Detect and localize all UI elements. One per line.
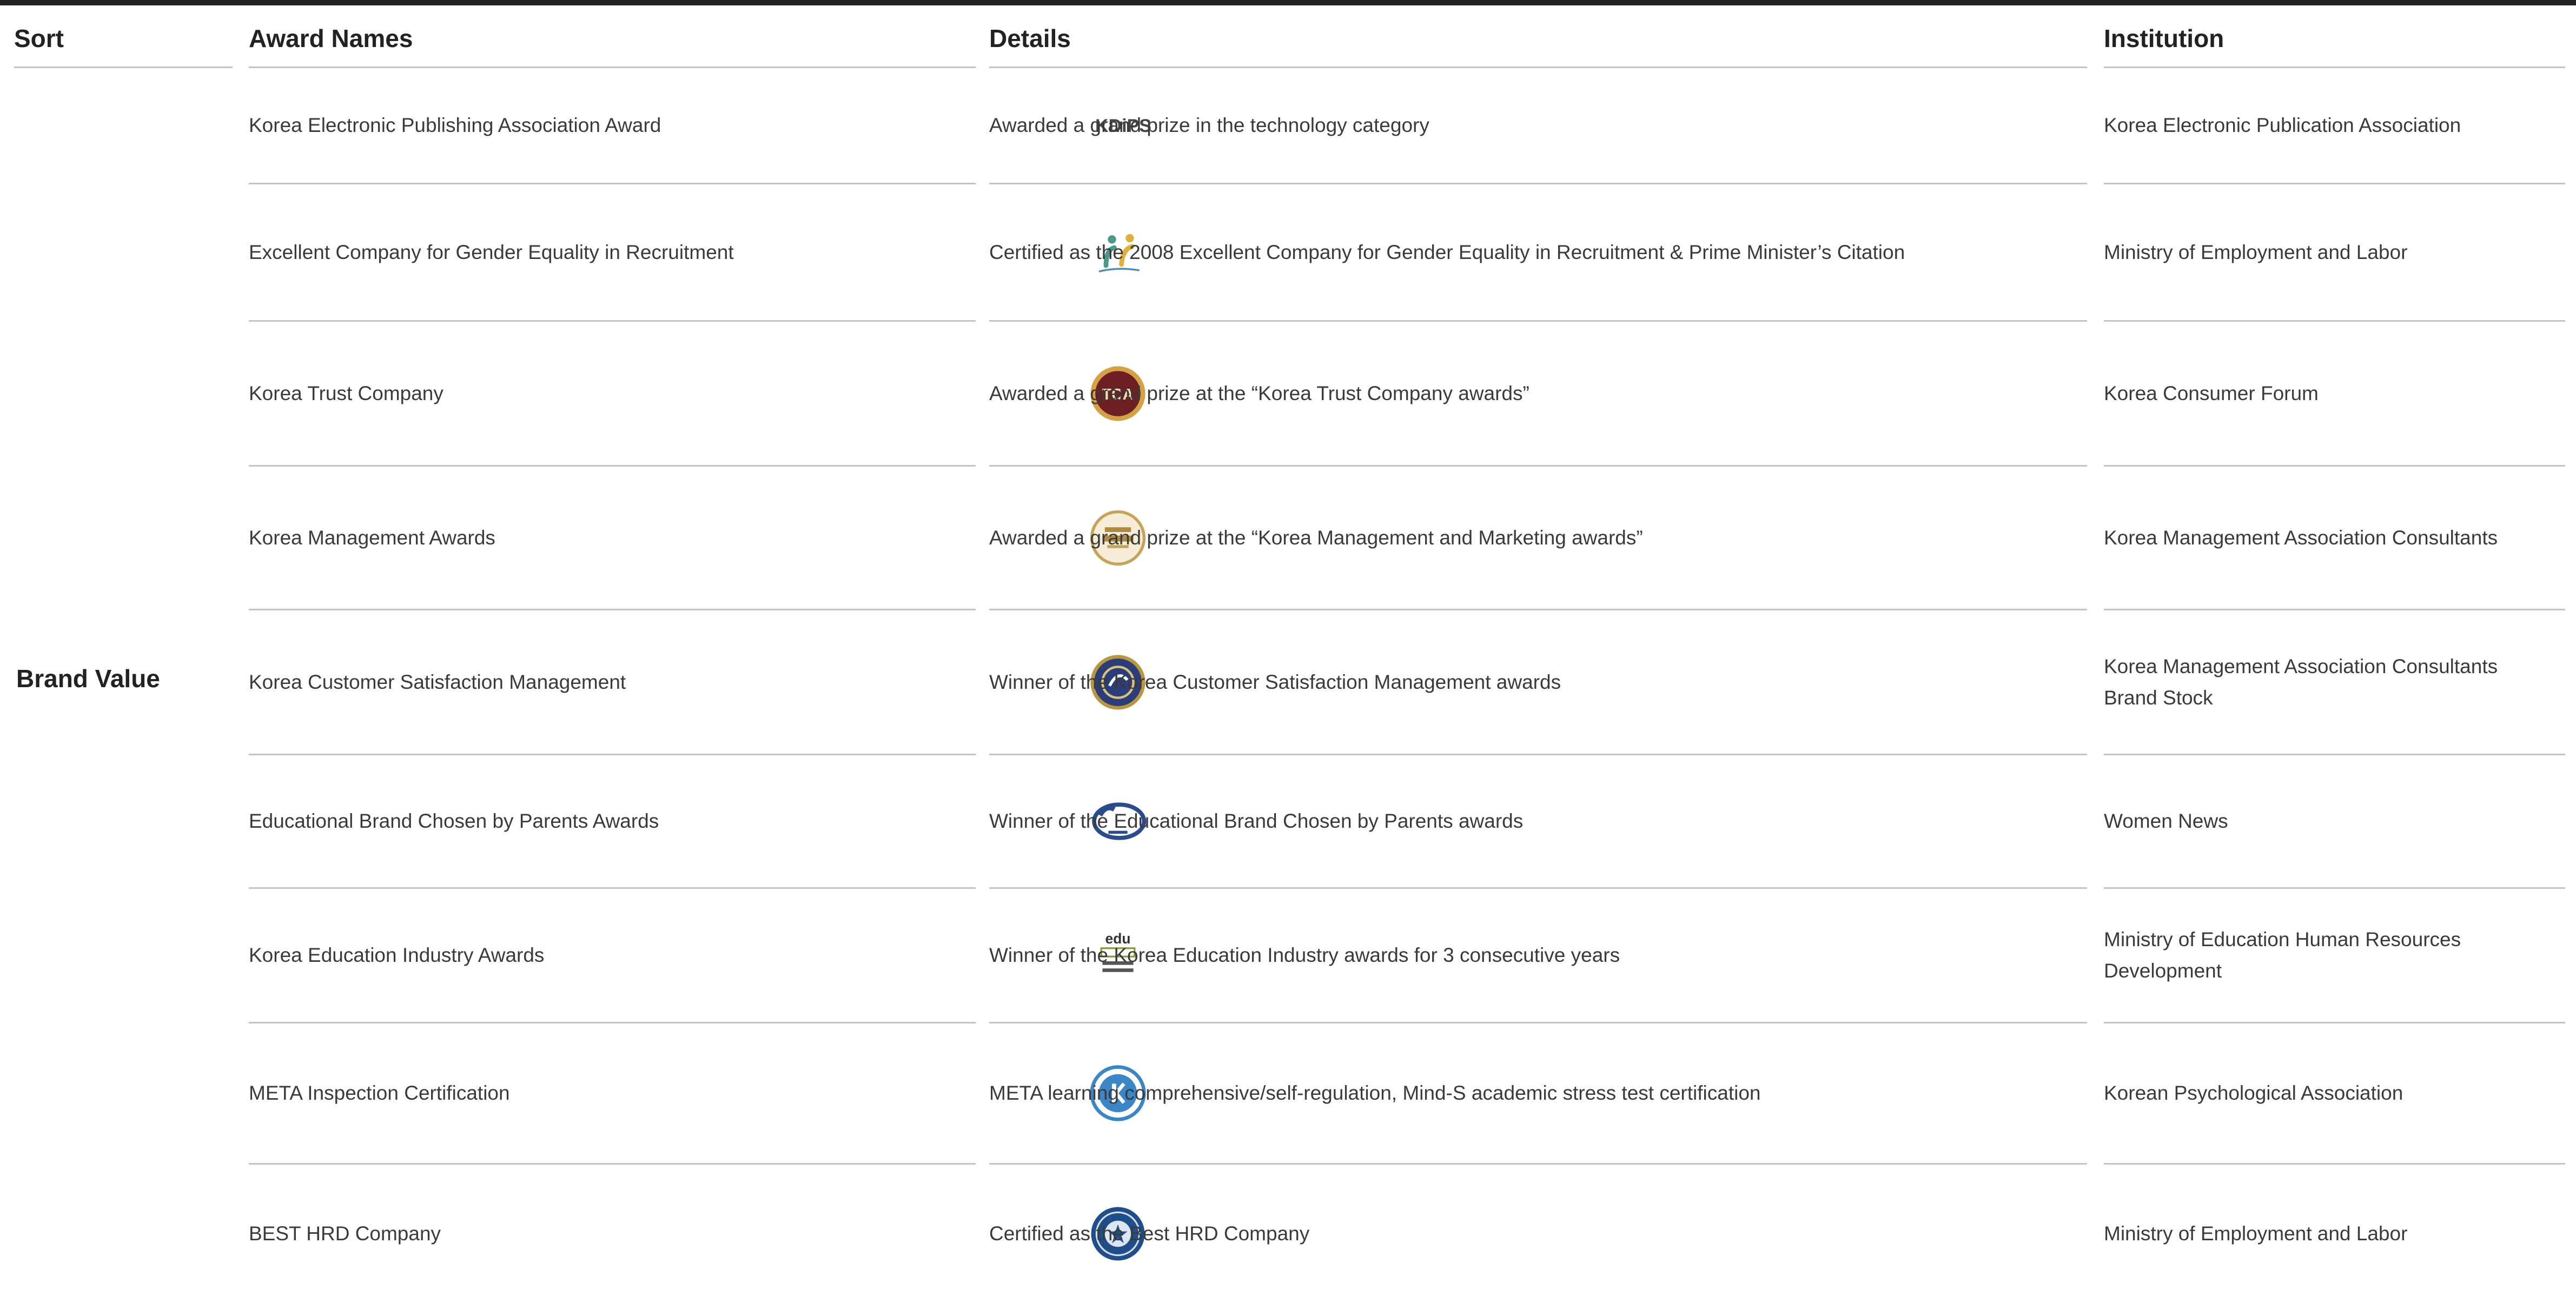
institution-name: Women News xyxy=(2104,810,2228,832)
award-name: Korea Trust Company xyxy=(249,382,443,404)
institution-name: Ministry of Employment and Labor xyxy=(2104,1222,2408,1245)
table-row: META Inspection Certification META learn… xyxy=(0,1023,2576,1165)
institution-name: Korea Electronic Publication Association xyxy=(2104,114,2461,136)
award-name: META Inspection Certification xyxy=(249,1082,510,1104)
institution-name: Ministry of Employment and Labor xyxy=(2104,241,2408,263)
header-sort: Sort xyxy=(14,10,233,68)
award-name: Korea Management Awards xyxy=(249,526,495,549)
header-details: Details xyxy=(989,10,2087,68)
award-name: Korea Customer Satisfaction Management xyxy=(249,670,626,693)
table-row: Korea Trust Company TCA Awarded a grand … xyxy=(0,322,2576,467)
table-row: Korea Education Industry Awards edu Winn… xyxy=(0,889,2576,1023)
institution-name: Korea Management Association Consultants xyxy=(2104,526,2498,549)
table-row: Korea Customer Satisfaction Management W… xyxy=(0,610,2576,755)
institution-name: Korea Consumer Forum xyxy=(2104,382,2319,404)
table-row: Korea Management Awards Awarded a grand … xyxy=(0,467,2576,610)
award-name: Educational Brand Chosen by Parents Awar… xyxy=(249,810,659,832)
table-row: Excellent Company for Gender Equality in… xyxy=(0,184,2576,322)
award-name: Korea Electronic Publishing Association … xyxy=(249,114,661,136)
award-details: META learning comprehensive/self-regulat… xyxy=(989,1082,1761,1104)
award-details: Winner of the Korea Education Industry a… xyxy=(989,944,1620,966)
award-details: Awarded a grand prize in the technology … xyxy=(989,114,1429,136)
award-details: Awarded a grand prize at the “Korea Trus… xyxy=(989,382,1529,404)
award-name: Korea Education Industry Awards xyxy=(249,944,545,966)
institution-name: Ministry of Education Human Resources De… xyxy=(2104,928,2461,982)
institution-name: Brand Stock xyxy=(2104,686,2213,709)
top-rule xyxy=(0,0,2576,5)
award-name: Excellent Company for Gender Equality in… xyxy=(249,241,734,263)
header-award-names: Award Names xyxy=(249,10,976,68)
award-details: Winner of the Korea Customer Satisfactio… xyxy=(989,670,1561,693)
table-row: Korea Electronic Publishing Association … xyxy=(0,68,2576,184)
table-row: Educational Brand Chosen by Parents Awar… xyxy=(0,755,2576,889)
institution-name: Korean Psychological Association xyxy=(2104,1082,2403,1104)
table-row: BEST HRD Company Certified as the Best H… xyxy=(0,1165,2576,1303)
award-details: Winner of the Educational Brand Chosen b… xyxy=(989,810,1524,832)
institution-name: Korea Management Association Consultants xyxy=(2104,655,2498,677)
award-details: Certified as the 2008 Excellent Company … xyxy=(989,241,1905,263)
header-institution: Institution xyxy=(2104,10,2565,68)
award-name: BEST HRD Company xyxy=(249,1222,441,1245)
award-details: Awarded a grand prize at the “Korea Mana… xyxy=(989,526,1643,549)
award-details: Certified as the Best HRD Company xyxy=(989,1222,1310,1245)
